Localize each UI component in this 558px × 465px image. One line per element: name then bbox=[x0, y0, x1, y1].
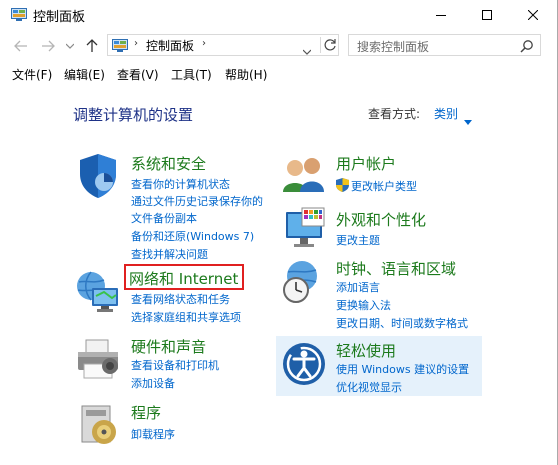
breadcrumb-separator-icon[interactable]: › bbox=[134, 38, 138, 49]
close-icon bbox=[528, 10, 538, 20]
link-change-account-type[interactable]: 更改帐户类型 bbox=[351, 178, 417, 194]
link-backup-restore[interactable]: 备份和还原(Windows 7) bbox=[131, 228, 254, 244]
menu-file[interactable]: 文件(F) bbox=[12, 66, 52, 83]
link-windows-suggested-settings[interactable]: 使用 Windows 建议的设置 bbox=[336, 361, 469, 377]
refresh-icon bbox=[324, 39, 336, 51]
ease-of-access-icon[interactable] bbox=[280, 340, 328, 388]
link-uninstall-program[interactable]: 卸载程序 bbox=[131, 426, 175, 442]
minimize-icon bbox=[436, 15, 446, 16]
breadcrumb-control-panel[interactable]: 控制面板 bbox=[146, 37, 194, 54]
maximize-icon bbox=[482, 10, 492, 20]
view-by-label: 查看方式: bbox=[368, 107, 421, 121]
menu-tools[interactable]: 工具(T) bbox=[171, 66, 212, 83]
printer-icon[interactable] bbox=[74, 336, 122, 384]
search-icon[interactable] bbox=[520, 38, 534, 53]
category-appearance[interactable]: 外观和个性化 bbox=[336, 209, 426, 230]
maximize-button[interactable] bbox=[464, 0, 510, 30]
refresh-button[interactable] bbox=[320, 37, 339, 53]
view-by-dropdown[interactable]: 类别 bbox=[434, 105, 458, 122]
address-bar[interactable]: › 控制面板 › bbox=[107, 34, 339, 56]
appearance-icon[interactable] bbox=[280, 206, 328, 254]
page-title: 调整计算机的设置 bbox=[73, 106, 194, 124]
clock-globe-icon[interactable] bbox=[280, 258, 328, 306]
forward-arrow-icon bbox=[42, 40, 55, 52]
title-bar: 控制面板 bbox=[0, 0, 556, 30]
search-input[interactable]: 搜索控制面板 bbox=[357, 38, 429, 55]
window-title: 控制面板 bbox=[33, 10, 86, 25]
menu-help[interactable]: 帮助(H) bbox=[225, 66, 267, 83]
link-view-computer-status[interactable]: 查看你的计算机状态 bbox=[131, 176, 230, 192]
chevron-down-icon bbox=[66, 43, 74, 49]
forward-button[interactable] bbox=[40, 38, 56, 54]
category-programs[interactable]: 程序 bbox=[131, 402, 161, 423]
category-system-security[interactable]: 系统和安全 bbox=[131, 153, 206, 174]
address-dropdown-button[interactable] bbox=[302, 40, 312, 59]
up-arrow-icon bbox=[86, 39, 98, 52]
network-globe-icon[interactable] bbox=[74, 268, 122, 316]
category-hardware-sound[interactable]: 硬件和声音 bbox=[131, 336, 206, 357]
control-panel-small-icon bbox=[112, 38, 128, 52]
category-clock-language-region[interactable]: 时钟、语言和区域 bbox=[336, 258, 456, 279]
back-button[interactable] bbox=[13, 38, 29, 54]
link-file-history[interactable]: 通过文件历史记录保存你的 bbox=[131, 193, 263, 209]
recent-locations-button[interactable] bbox=[62, 38, 78, 54]
link-devices-printers[interactable]: 查看设备和打印机 bbox=[131, 357, 219, 373]
programs-icon[interactable] bbox=[76, 400, 124, 448]
category-user-accounts[interactable]: 用户帐户 bbox=[336, 153, 396, 174]
category-ease-of-access[interactable]: 轻松使用 bbox=[336, 340, 396, 361]
control-panel-window: 控制面板 › 控制面板 › 搜索控制面板 文件(F) 编辑(E) 查看(V) 工… bbox=[0, 0, 558, 465]
menu-edit[interactable]: 编辑(E) bbox=[64, 66, 105, 83]
link-change-date-time-format[interactable]: 更改日期、时间或数字格式 bbox=[336, 315, 468, 331]
caret-down-icon[interactable] bbox=[464, 110, 472, 129]
shield-icon[interactable] bbox=[74, 152, 122, 200]
control-panel-icon bbox=[11, 7, 27, 21]
uac-shield-icon bbox=[336, 177, 349, 192]
link-add-device[interactable]: 添加设备 bbox=[131, 375, 175, 391]
menu-bar: 文件(F) 编辑(E) 查看(V) 工具(T) 帮助(H) bbox=[0, 63, 556, 85]
link-file-history-continued[interactable]: 文件备份副本 bbox=[131, 210, 197, 226]
navigation-bar: › 控制面板 › 搜索控制面板 bbox=[0, 30, 556, 64]
breadcrumb-separator-icon[interactable]: › bbox=[202, 38, 206, 49]
chevron-down-icon bbox=[302, 49, 312, 55]
link-homegroup-sharing[interactable]: 选择家庭组和共享选项 bbox=[131, 309, 241, 325]
up-button[interactable] bbox=[84, 38, 100, 54]
search-box[interactable]: 搜索控制面板 bbox=[348, 34, 541, 56]
minimize-button[interactable] bbox=[418, 0, 464, 30]
link-change-input-method[interactable]: 更换输入法 bbox=[336, 297, 391, 313]
link-troubleshoot[interactable]: 查找并解决问题 bbox=[131, 246, 208, 262]
category-network-internet[interactable]: 网络和 Internet bbox=[129, 268, 238, 289]
link-change-theme[interactable]: 更改主题 bbox=[336, 232, 380, 248]
link-optimize-visual-display[interactable]: 优化视觉显示 bbox=[336, 379, 402, 395]
back-arrow-icon bbox=[14, 40, 27, 52]
close-button[interactable] bbox=[510, 0, 556, 30]
user-accounts-icon[interactable] bbox=[280, 152, 328, 200]
link-network-status[interactable]: 查看网络状态和任务 bbox=[131, 291, 230, 307]
link-add-language[interactable]: 添加语言 bbox=[336, 279, 380, 295]
menu-view[interactable]: 查看(V) bbox=[117, 66, 159, 83]
